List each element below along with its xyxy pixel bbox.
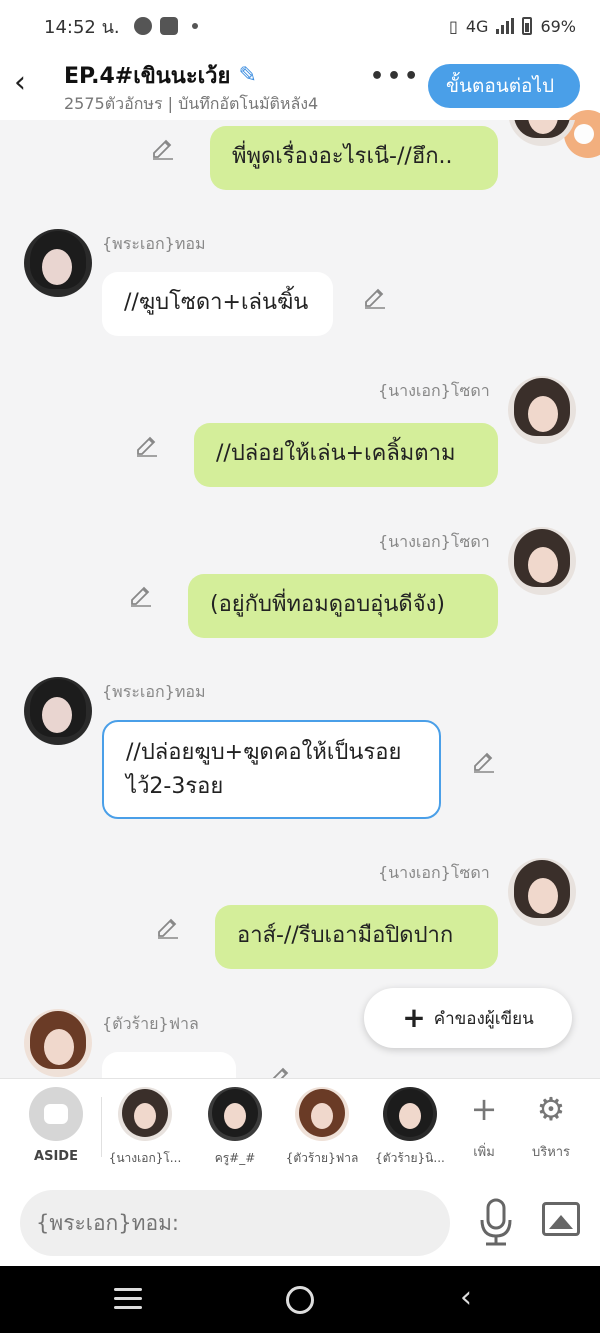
episode-title-text: EP.4#เขินนะเว้ย xyxy=(64,64,231,89)
plus-icon: + xyxy=(402,1001,426,1034)
episode-title[interactable]: EP.4#เขินนะเว้ย ✎ xyxy=(64,58,257,93)
edit-message-icon[interactable] xyxy=(363,285,387,309)
character-avatar xyxy=(383,1087,437,1141)
messenger-icon xyxy=(133,17,152,35)
signal-icon xyxy=(496,18,515,34)
recent-apps-icon[interactable] xyxy=(114,1288,142,1310)
avatar-sodha[interactable] xyxy=(508,376,576,444)
input-bar xyxy=(0,1178,600,1266)
avatar-tom[interactable] xyxy=(24,677,92,745)
character-sodha[interactable]: {นางเอก}โ... xyxy=(105,1087,185,1168)
character-label: {ตัวร้าย}ฟาล xyxy=(285,1151,359,1165)
network-type: 4G xyxy=(465,16,489,36)
message-input[interactable] xyxy=(20,1190,450,1256)
chat-area[interactable]: พี่พูดเรื่องอะไรเนี-//ฮึก.. {พระเอก}ทอม … xyxy=(0,120,600,1078)
edit-message-icon[interactable] xyxy=(129,583,153,607)
vibrate-icon: ▯ xyxy=(449,16,458,36)
character-label: ครู#_# xyxy=(214,1151,256,1165)
add-character-button[interactable]: + เพิ่ม xyxy=(449,1089,519,1162)
character-avatar xyxy=(295,1087,349,1141)
status-time: 14:52 น. xyxy=(44,16,120,38)
message-bubble[interactable] xyxy=(102,1052,236,1078)
battery-icon xyxy=(522,17,533,35)
notification-dot-icon xyxy=(191,23,198,29)
add-label: เพิ่ม xyxy=(473,1145,495,1160)
image-icon[interactable] xyxy=(542,1202,580,1236)
edit-message-icon[interactable] xyxy=(151,136,175,160)
speaker-name: {นางเอก}โซดา xyxy=(378,381,490,400)
message-bubble[interactable]: อาส์-//รีบเอามือปิดปาก xyxy=(215,905,498,969)
author-note-label: คำของผู้เขียน xyxy=(433,1008,534,1029)
next-step-button[interactable]: ขั้นตอนต่อไป xyxy=(428,64,580,108)
back-nav-icon[interactable]: ‹ xyxy=(460,1280,472,1315)
message-bubble[interactable]: (อยู่กับพี่ทอมดูอบอุ่นดีจัง) xyxy=(188,574,498,638)
manage-button[interactable]: ⚙ บริหาร xyxy=(516,1089,586,1162)
battery-level: 69% xyxy=(540,16,576,36)
character-farn[interactable]: {ตัวร้าย}ฟาล xyxy=(282,1087,362,1168)
edit-message-icon[interactable] xyxy=(472,749,496,773)
aside-button[interactable]: ASIDE xyxy=(28,1087,84,1164)
speaker-name: {พระเอก}ทอม xyxy=(102,234,206,253)
message-bubble-selected[interactable]: //ปล่อยฆูบ+ฆูดคอให้เป็นรอยไว้2-3รอย xyxy=(102,720,441,819)
status-right: ▯ 4G 69% xyxy=(449,17,576,36)
message-bubble[interactable]: //ฆูบโซดา+เล่นฆิ้น xyxy=(102,272,333,336)
character-bar: ASIDE {นางเอก}โ... ครู#_# {ตัวร้าย}ฟาล {… xyxy=(0,1078,600,1178)
avatar-sodha[interactable] xyxy=(508,858,576,926)
character-label: {นางเอก}โ... xyxy=(108,1151,182,1165)
plus-icon: + xyxy=(470,1090,498,1128)
avatar-sodha[interactable] xyxy=(508,120,576,146)
speaker-name: {นางเอก}โซดา xyxy=(378,863,490,882)
speaker-name: {นางเอก}โซดา xyxy=(378,532,490,551)
mail-icon xyxy=(159,17,178,35)
gear-icon: ⚙ xyxy=(536,1090,566,1128)
edit-title-icon[interactable]: ✎ xyxy=(238,63,256,88)
aside-label: ASIDE xyxy=(34,1149,78,1164)
avatar-tom[interactable] xyxy=(24,229,92,297)
microphone-icon[interactable] xyxy=(476,1198,516,1246)
avatar-farn[interactable] xyxy=(24,1009,92,1077)
character-avatar xyxy=(208,1087,262,1141)
episode-subtitle: 2575ตัวอักษร | บันทึกอัตโนมัติหลัง4 xyxy=(64,94,319,113)
speaker-name: {ตัวร้าย}ฟาล xyxy=(102,1014,199,1033)
edit-message-icon[interactable] xyxy=(135,433,159,457)
system-nav-bar: ‹ xyxy=(0,1266,600,1333)
author-note-button[interactable]: + คำของผู้เขียน xyxy=(364,988,572,1048)
aside-icon xyxy=(29,1087,83,1141)
message-bubble[interactable]: พี่พูดเรื่องอะไรเนี-//ฮึก.. xyxy=(210,126,498,190)
character-teacher[interactable]: ครู#_# xyxy=(195,1087,275,1168)
divider xyxy=(101,1097,102,1157)
speaker-name: {พระเอก}ทอม xyxy=(102,682,206,701)
manage-label: บริหาร xyxy=(531,1145,571,1160)
avatar-sodha[interactable] xyxy=(508,527,576,595)
back-button[interactable]: ‹ xyxy=(14,66,42,102)
message-bubble[interactable]: //ปล่อยให้เล่น+เคลิ้มตาม xyxy=(194,423,498,487)
character-label: {ตัวร้าย}นิ... xyxy=(375,1151,445,1165)
status-bar: 14:52 น. ▯ 4G 69% xyxy=(0,0,600,52)
episode-header: ‹ EP.4#เขินนะเว้ย ✎ 2575ตัวอักษร | บันทึ… xyxy=(0,52,600,158)
home-icon[interactable] xyxy=(286,1286,314,1314)
character-avatar xyxy=(118,1087,172,1141)
character-villain[interactable]: {ตัวร้าย}นิ... xyxy=(370,1087,450,1168)
edit-message-icon[interactable] xyxy=(156,915,180,939)
edit-message-icon[interactable] xyxy=(268,1064,292,1078)
more-options-button[interactable]: ••• xyxy=(370,64,421,89)
